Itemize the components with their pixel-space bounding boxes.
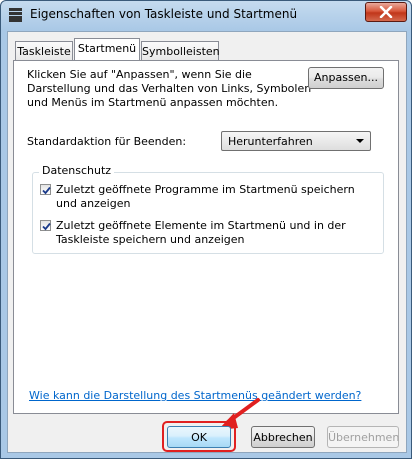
checkmark-icon (42, 222, 51, 231)
items-checkbox-label: Zuletzt geöffnete Elemente im Startmenü … (56, 219, 346, 246)
programs-checkbox-label: Zuletzt geöffnete Programme im Startmenü… (56, 183, 355, 210)
ok-button[interactable]: OK (167, 426, 231, 448)
tab-symbolleisten[interactable]: Symbolleisten (141, 41, 220, 60)
close-icon (379, 6, 393, 18)
checkmark-icon (42, 186, 51, 195)
cancel-button[interactable]: Abbrechen (251, 426, 315, 448)
apply-button[interactable]: Übernehmen (327, 426, 399, 448)
properties-window: Eigenschaften von Taskleiste und Startme… (0, 0, 412, 459)
title-bar[interactable]: Eigenschaften von Taskleiste und Startme… (1, 1, 411, 29)
close-button[interactable] (365, 2, 407, 22)
power-action-label: Standardaktion für Beenden: (27, 135, 187, 148)
tab-taskleiste[interactable]: Taskleiste (15, 41, 73, 60)
privacy-group-title: Datenschutz (39, 164, 115, 177)
taskbar-properties-icon (9, 8, 22, 22)
help-link[interactable]: Wie kann die Darstellung des Startmenüs … (29, 389, 361, 402)
window-title: Eigenschaften von Taskleiste und Startme… (30, 7, 298, 21)
startmenu-description: Klicken Sie auf "Anpassen", wenn Sie die… (27, 68, 312, 109)
power-action-select[interactable]: Herunterfahren (221, 131, 371, 151)
chevron-down-icon (356, 139, 364, 143)
customize-button[interactable]: Anpassen... (308, 67, 384, 89)
items-checkbox[interactable] (40, 220, 51, 231)
programs-checkbox[interactable] (40, 184, 51, 195)
tab-startmenu[interactable]: Startmenü (74, 38, 140, 60)
power-action-value: Herunterfahren (228, 135, 313, 148)
